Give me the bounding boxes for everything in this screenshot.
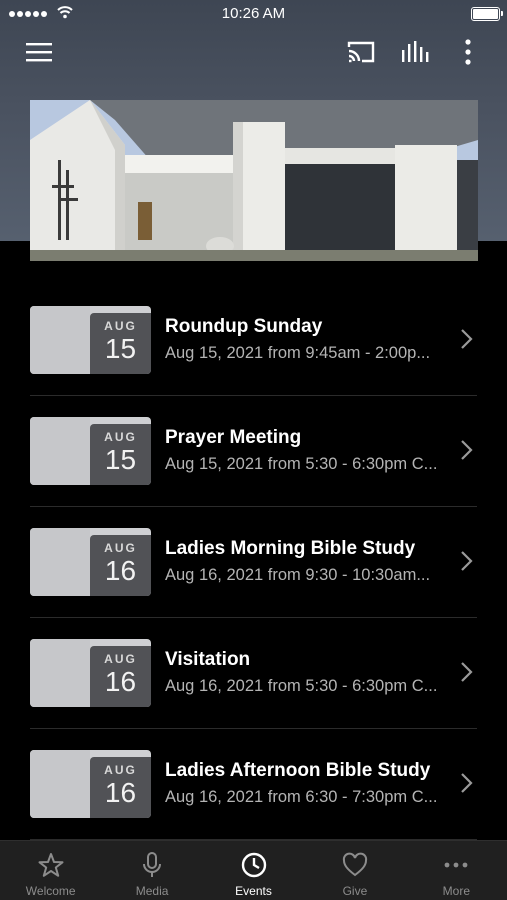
date-tile: AUG 16	[30, 639, 151, 707]
event-time: Aug 16, 2021 from 5:30 - 6:30pm C...	[165, 677, 438, 695]
date-badge: AUG 16	[90, 757, 151, 818]
chevron-right-icon	[461, 551, 473, 571]
tab-give[interactable]: Give	[304, 841, 405, 900]
heart-icon	[342, 852, 368, 877]
date-tile: AUG 16	[30, 528, 151, 596]
tab-label: Give	[342, 884, 368, 898]
date-badge: AUG 15	[90, 313, 151, 374]
tab-label: Events	[235, 884, 272, 898]
menu-button[interactable]	[23, 38, 55, 66]
event-title: Prayer Meeting	[165, 427, 302, 448]
event-day: 15	[104, 333, 137, 364]
event-day: 16	[104, 666, 137, 697]
date-badge: AUG 16	[90, 646, 151, 707]
cast-button[interactable]	[345, 38, 377, 66]
event-month: AUG	[104, 319, 137, 333]
date-tile: AUG 15	[30, 417, 151, 485]
event-row[interactable]: AUG 16 Ladies Morning Bible Study Aug 16…	[0, 507, 507, 618]
tab-label: Media	[135, 884, 169, 898]
audio-bars-button[interactable]	[398, 38, 432, 66]
more-options-button[interactable]	[456, 36, 480, 68]
ellipsis-icon	[444, 862, 468, 868]
tab-more[interactable]: More	[406, 841, 507, 900]
event-time: Aug 15, 2021 from 9:45am - 2:00p...	[165, 344, 431, 362]
event-day: 16	[104, 777, 137, 808]
chevron-right-icon	[461, 773, 473, 793]
chevron-right-icon	[461, 440, 473, 460]
event-time: Aug 16, 2021 from 6:30 - 7:30pm C...	[165, 788, 438, 806]
church-building-image	[30, 100, 478, 261]
event-month: AUG	[104, 541, 137, 555]
tab-welcome[interactable]: Welcome	[0, 841, 101, 900]
event-day: 15	[104, 444, 137, 475]
chevron-right-icon	[461, 329, 473, 349]
battery-icon	[471, 7, 503, 21]
date-tile: AUG 16	[30, 750, 151, 818]
tab-label: More	[442, 884, 470, 898]
event-row[interactable]: AUG 16 Visitation Aug 16, 2021 from 5:30…	[0, 618, 507, 729]
date-tile: AUG 15	[30, 306, 151, 374]
event-time: Aug 15, 2021 from 5:30 - 6:30pm C...	[165, 455, 438, 473]
hamburger-icon	[26, 43, 52, 62]
status-time: 10:26 AM	[221, 5, 286, 22]
tab-media[interactable]: Media	[101, 841, 202, 900]
event-month: AUG	[104, 652, 137, 666]
star-icon	[38, 853, 64, 877]
event-row[interactable]: AUG 15 Roundup Sunday Aug 15, 2021 from …	[0, 285, 507, 396]
app-bar	[0, 30, 507, 74]
event-month: AUG	[104, 430, 137, 444]
event-row[interactable]: AUG 15 Prayer Meeting Aug 15, 2021 from …	[0, 396, 507, 507]
audio-bars-icon	[402, 41, 429, 62]
cast-icon	[347, 41, 375, 63]
event-title: Roundup Sunday	[165, 316, 323, 337]
date-badge: AUG 16	[90, 535, 151, 596]
status-bar: 10:26 AM	[0, 0, 507, 28]
tab-label: Welcome	[25, 884, 76, 898]
date-badge: AUG 15	[90, 424, 151, 485]
tab-events[interactable]: Events	[203, 841, 304, 900]
kebab-icon	[465, 39, 471, 65]
event-month: AUG	[104, 763, 137, 777]
event-time: Aug 16, 2021 from 9:30 - 10:30am...	[165, 566, 431, 584]
chevron-right-icon	[461, 662, 473, 682]
events-list: AUG 15 Roundup Sunday Aug 15, 2021 from …	[0, 285, 507, 840]
clock-icon	[241, 852, 266, 878]
event-title: Ladies Morning Bible Study	[165, 538, 416, 559]
microphone-icon	[143, 852, 162, 877]
event-title: Visitation	[165, 649, 251, 670]
event-row[interactable]: AUG 16 Ladies Afternoon Bible Study Aug …	[0, 729, 507, 840]
event-day: 16	[104, 555, 137, 586]
event-title: Ladies Afternoon Bible Study	[165, 760, 431, 781]
tab-bar: Welcome Media Events Give More	[0, 840, 507, 900]
